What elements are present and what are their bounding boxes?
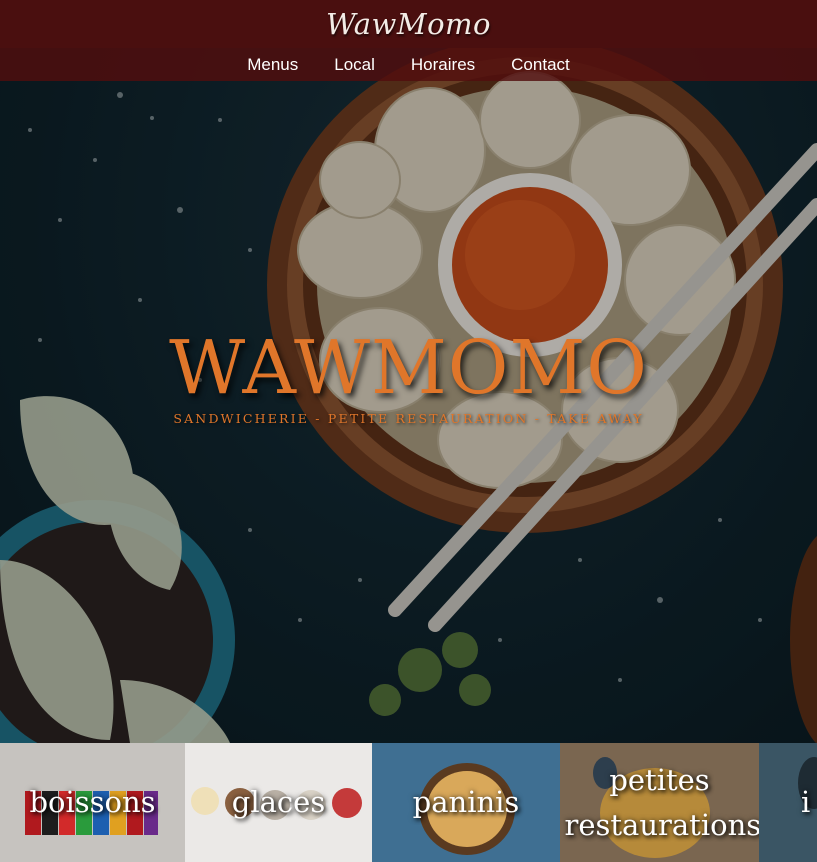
site-header: WawMomo Menus Local Horaires Contact	[0, 0, 817, 81]
category-label: glaces	[231, 785, 326, 819]
category-label: paninis	[412, 785, 520, 819]
category-label: petites restaurations	[564, 762, 760, 842]
hero-title: WAWMOMO	[169, 325, 648, 411]
category-tile-petites-restaurations[interactable]: petites restaurations	[560, 743, 759, 862]
nav-item-horaires[interactable]: Horaires	[393, 55, 493, 75]
category-tile-partial[interactable]: i	[759, 743, 817, 862]
category-label: boissons	[29, 785, 156, 819]
category-tile-paninis[interactable]: paninis	[372, 743, 560, 862]
category-tile-glaces[interactable]: glaces	[185, 743, 372, 862]
hero-subtitle: SANDWICHERIE - PETITE RESTAURATION - TAK…	[173, 411, 644, 426]
category-label: i	[801, 785, 811, 819]
nav-item-contact[interactable]: Contact	[493, 55, 588, 75]
category-strip: boissons glaces paninis petites restaura…	[0, 743, 817, 862]
category-tile-boissons[interactable]: boissons	[0, 743, 185, 862]
nav-item-local[interactable]: Local	[316, 55, 393, 75]
brand-bar: WawMomo	[0, 0, 817, 48]
main-nav: Menus Local Horaires Contact	[0, 48, 817, 81]
nav-item-menus[interactable]: Menus	[229, 55, 316, 75]
brand-logo[interactable]: WawMomo	[326, 7, 491, 41]
hero-section: WAWMOMO SANDWICHERIE - PETITE RESTAURATI…	[0, 0, 817, 743]
